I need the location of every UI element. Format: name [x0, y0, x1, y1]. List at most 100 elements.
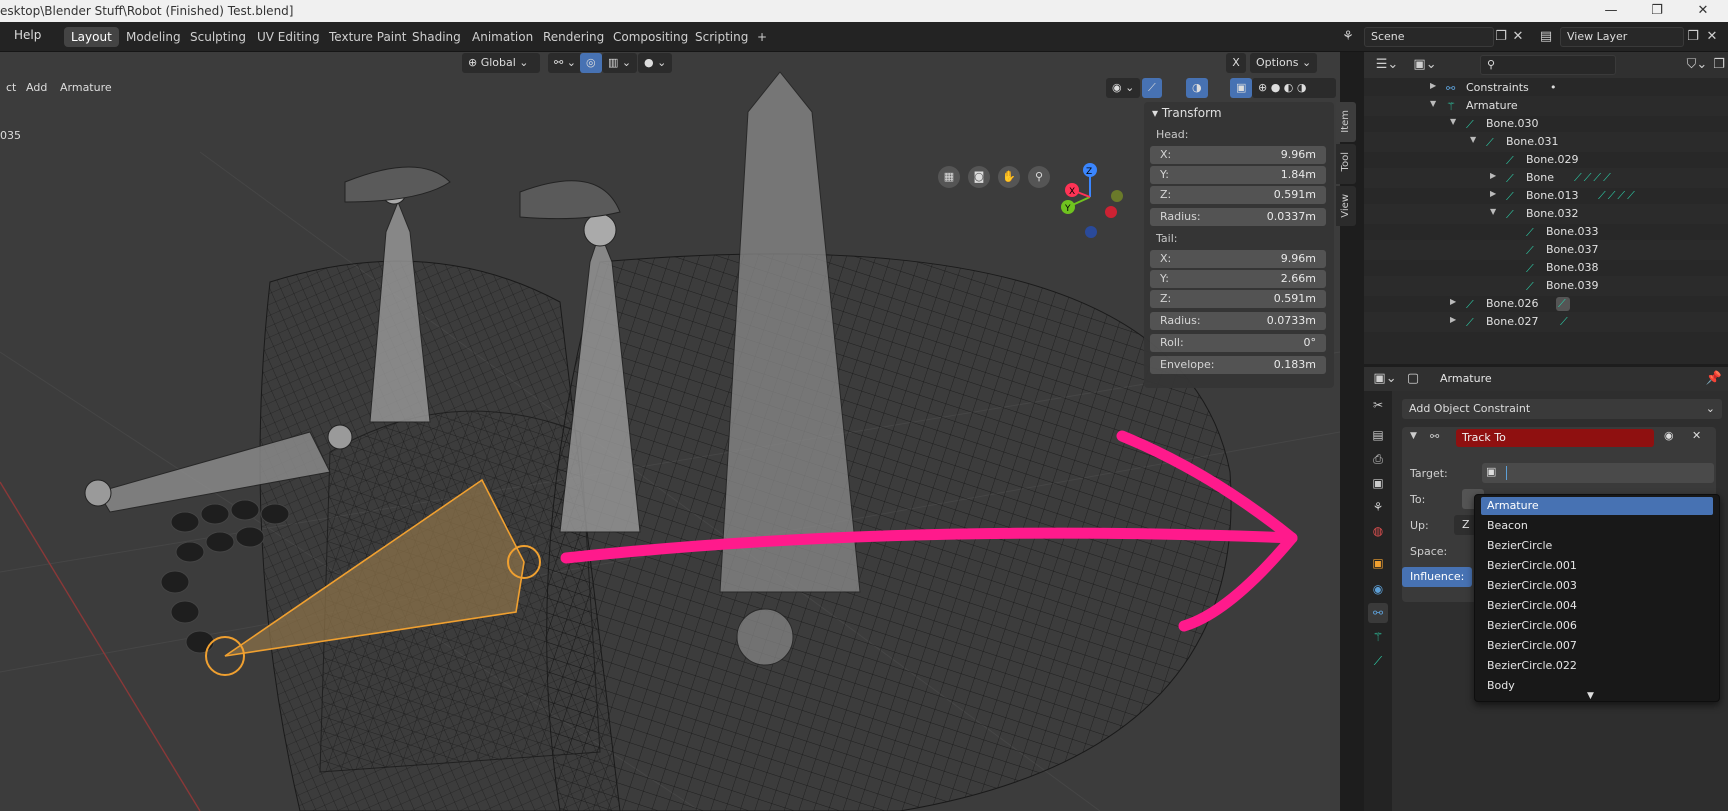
tree-row-bone-039[interactable]: ⟋ Bone.039 [1364, 276, 1728, 296]
tree-row-bone-033[interactable]: ⟋ Bone.033 [1364, 222, 1728, 242]
tab-sculpting[interactable]: Sculpting [183, 27, 253, 47]
armature-data-tab-icon[interactable]: ⚚ [1368, 627, 1388, 647]
tab-modeling[interactable]: Modeling [119, 27, 188, 47]
tree-row-armature[interactable]: ▼ ⚚ Armature [1364, 96, 1728, 116]
target-field[interactable]: ▣ [1482, 463, 1714, 483]
axis-gizmo[interactable]: Z Y X [1050, 152, 1130, 242]
dropdown-item-beziercircle-006[interactable]: BezierCircle.006 [1481, 617, 1713, 635]
scene-icon[interactable]: ⚘ [1336, 27, 1360, 47]
new-collection-icon[interactable]: ❐ [1710, 55, 1728, 75]
tree-row-bone-013[interactable]: ▶ ⟋ Bone.013 ⟋⟋⟋⟋ [1364, 186, 1728, 206]
close-x-button[interactable]: X [1226, 53, 1246, 73]
envelope-field[interactable]: Envelope: 0.183m [1150, 356, 1326, 374]
tree-row-bone-037[interactable]: ⟋ Bone.037 [1364, 240, 1728, 260]
object-tab-icon[interactable]: ▣ [1368, 553, 1388, 573]
tree-row-bone-038[interactable]: ⟋ Bone.038 [1364, 258, 1728, 278]
tab-texture-paint[interactable]: Texture Paint [322, 27, 413, 47]
tab-rendering[interactable]: Rendering [536, 27, 611, 47]
output-tab-icon[interactable]: ⎙ [1368, 449, 1388, 469]
scene-tab-icon[interactable]: ⚘ [1368, 497, 1388, 517]
head-y-field[interactable]: Y: 1.84m [1150, 166, 1326, 184]
overlay-icon[interactable]: ◑ [1186, 78, 1208, 98]
new-scene-icon[interactable]: ❐ [1492, 27, 1510, 47]
camera-view-icon[interactable]: ◙ [968, 166, 990, 188]
pivot-point-icon[interactable]: ⚯ ⌄ [548, 53, 582, 73]
constraints-tab-icon[interactable]: ⚯ [1368, 603, 1388, 623]
tree-row-bone-026[interactable]: ▶ ⟋ Bone.026 ⟋ [1364, 294, 1728, 314]
eye-icon[interactable]: ◉ [1664, 429, 1674, 442]
dropdown-item-beziercircle-001[interactable]: BezierCircle.001 [1481, 557, 1713, 575]
transform-header[interactable]: ▾ Transform [1144, 102, 1334, 124]
dropdown-item-beacon[interactable]: Beacon [1481, 517, 1713, 535]
influence-slider[interactable]: Influence: [1402, 567, 1472, 587]
render-tab-icon[interactable]: ▤ [1368, 425, 1388, 445]
add-workspace-button[interactable]: + [750, 27, 774, 47]
dropdown-item-body[interactable]: Body [1481, 677, 1713, 695]
visibility-icon[interactable]: ◉ ⌄ [1106, 78, 1141, 98]
world-tab-icon[interactable]: ◍ [1368, 521, 1388, 541]
tab-uv-editing[interactable]: UV Editing [250, 27, 327, 47]
tail-radius-field[interactable]: Radius: 0.0733m [1150, 312, 1326, 330]
tree-row-bone[interactable]: ▶ ⟋ Bone ⟋⟋⟋⟋ [1364, 168, 1728, 188]
tool-tab-icon[interactable]: ✂ [1368, 395, 1388, 415]
3d-viewport[interactable]: ct Add Armature ⊕ Global ⌄ ⚯ ⌄ ◎ ▥ ⌄ ● ⌄… [0, 52, 1340, 811]
tab-shading[interactable]: Shading [405, 27, 468, 47]
tab-item[interactable]: Item [1336, 102, 1356, 142]
add-object-constraint-dropdown[interactable]: Add Object Constraint ⌄ [1402, 399, 1722, 419]
new-view-layer-icon[interactable]: ❐ [1684, 27, 1702, 47]
zoom-icon[interactable]: ⚲ [1028, 166, 1050, 188]
menu-add[interactable]: Add [20, 78, 53, 98]
head-x-field[interactable]: X: 9.96m [1150, 146, 1326, 164]
dropdown-item-beziercircle-003[interactable]: BezierCircle.003 [1481, 577, 1713, 595]
delete-constraint-icon[interactable]: ✕ [1692, 429, 1701, 442]
snap-target-icon[interactable]: ▥ ⌄ [602, 53, 638, 73]
transform-orientation-dropdown[interactable]: ⊕ Global ⌄ [462, 53, 540, 73]
menu-help[interactable]: Help [14, 28, 41, 42]
outliner-search-input[interactable]: ⚲ [1480, 55, 1616, 75]
maximize-button[interactable]: ❐ [1634, 0, 1680, 22]
tail-x-field[interactable]: X: 9.96m [1150, 250, 1326, 268]
pan-hand-icon[interactable]: ✋ [998, 166, 1020, 188]
tab-view[interactable]: View [1336, 186, 1356, 226]
grid-view-icon[interactable]: ▦ [938, 166, 960, 188]
tree-row-constraints[interactable]: ▶ ⚯ Constraints • [1364, 78, 1728, 98]
tab-scripting[interactable]: Scripting [688, 27, 755, 47]
roll-field[interactable]: Roll: 0° [1150, 334, 1326, 352]
tree-row-bone-031[interactable]: ▼ ⟋ Bone.031 [1364, 132, 1728, 152]
shading-mode-icons[interactable]: ⊕ ● ◐ ◑ [1252, 78, 1336, 98]
view-layer-selector[interactable]: View Layer [1560, 27, 1684, 47]
dropdown-item-beziercircle-004[interactable]: BezierCircle.004 [1481, 597, 1713, 615]
tail-z-field[interactable]: Z: 0.591m [1150, 290, 1326, 308]
filter-icon[interactable]: ⛉⌄ [1684, 55, 1710, 75]
dropdown-item-beziercircle-007[interactable]: BezierCircle.007 [1481, 637, 1713, 655]
tree-row-bone-030[interactable]: ▼ ⟋ Bone.030 [1364, 114, 1728, 134]
remove-view-layer-icon[interactable]: ✕ [1704, 27, 1720, 47]
editor-type-icon[interactable]: ▣⌄ [1372, 369, 1398, 389]
options-dropdown[interactable]: Options ⌄ [1250, 53, 1318, 73]
close-button[interactable]: ✕ [1680, 0, 1726, 22]
tree-row-bone-027[interactable]: ▶ ⟋ Bone.027 ⟋ [1364, 312, 1728, 332]
filter-view-icon[interactable]: ▣⌄ [1410, 55, 1440, 75]
tab-compositing[interactable]: Compositing [606, 27, 695, 47]
dropdown-item-beziercircle[interactable]: BezierCircle [1481, 537, 1713, 555]
remove-scene-icon[interactable]: ✕ [1510, 27, 1526, 47]
proportional-edit-icon[interactable]: ● ⌄ [638, 53, 673, 73]
xray-icon[interactable]: ▣ [1230, 78, 1253, 98]
gizmo-icon[interactable]: ⟋ [1142, 78, 1162, 98]
dropdown-item-armature[interactable]: Armature [1481, 497, 1713, 515]
constraint-name-field[interactable]: Track To [1456, 429, 1654, 447]
snap-icon[interactable]: ◎ [580, 53, 602, 73]
bone-tab-icon[interactable]: ⟋ [1368, 651, 1388, 671]
display-mode-icon[interactable]: ☰⌄ [1372, 55, 1402, 75]
tab-tool[interactable]: Tool [1336, 144, 1356, 184]
dropdown-item-beziercircle-022[interactable]: BezierCircle.022 [1481, 657, 1713, 675]
minimize-button[interactable]: — [1588, 0, 1634, 22]
menu-armature[interactable]: Armature [54, 78, 118, 98]
tab-animation[interactable]: Animation [465, 27, 540, 47]
tree-row-bone-029[interactable]: ⟋ Bone.029 [1364, 150, 1728, 170]
tail-y-field[interactable]: Y: 2.66m [1150, 270, 1326, 288]
tab-layout[interactable]: Layout [64, 27, 119, 47]
head-z-field[interactable]: Z: 0.591m [1150, 186, 1326, 204]
collapse-icon[interactable]: ▼ [1410, 431, 1417, 441]
modifiers-tab-icon[interactable]: ◉ [1368, 579, 1388, 599]
